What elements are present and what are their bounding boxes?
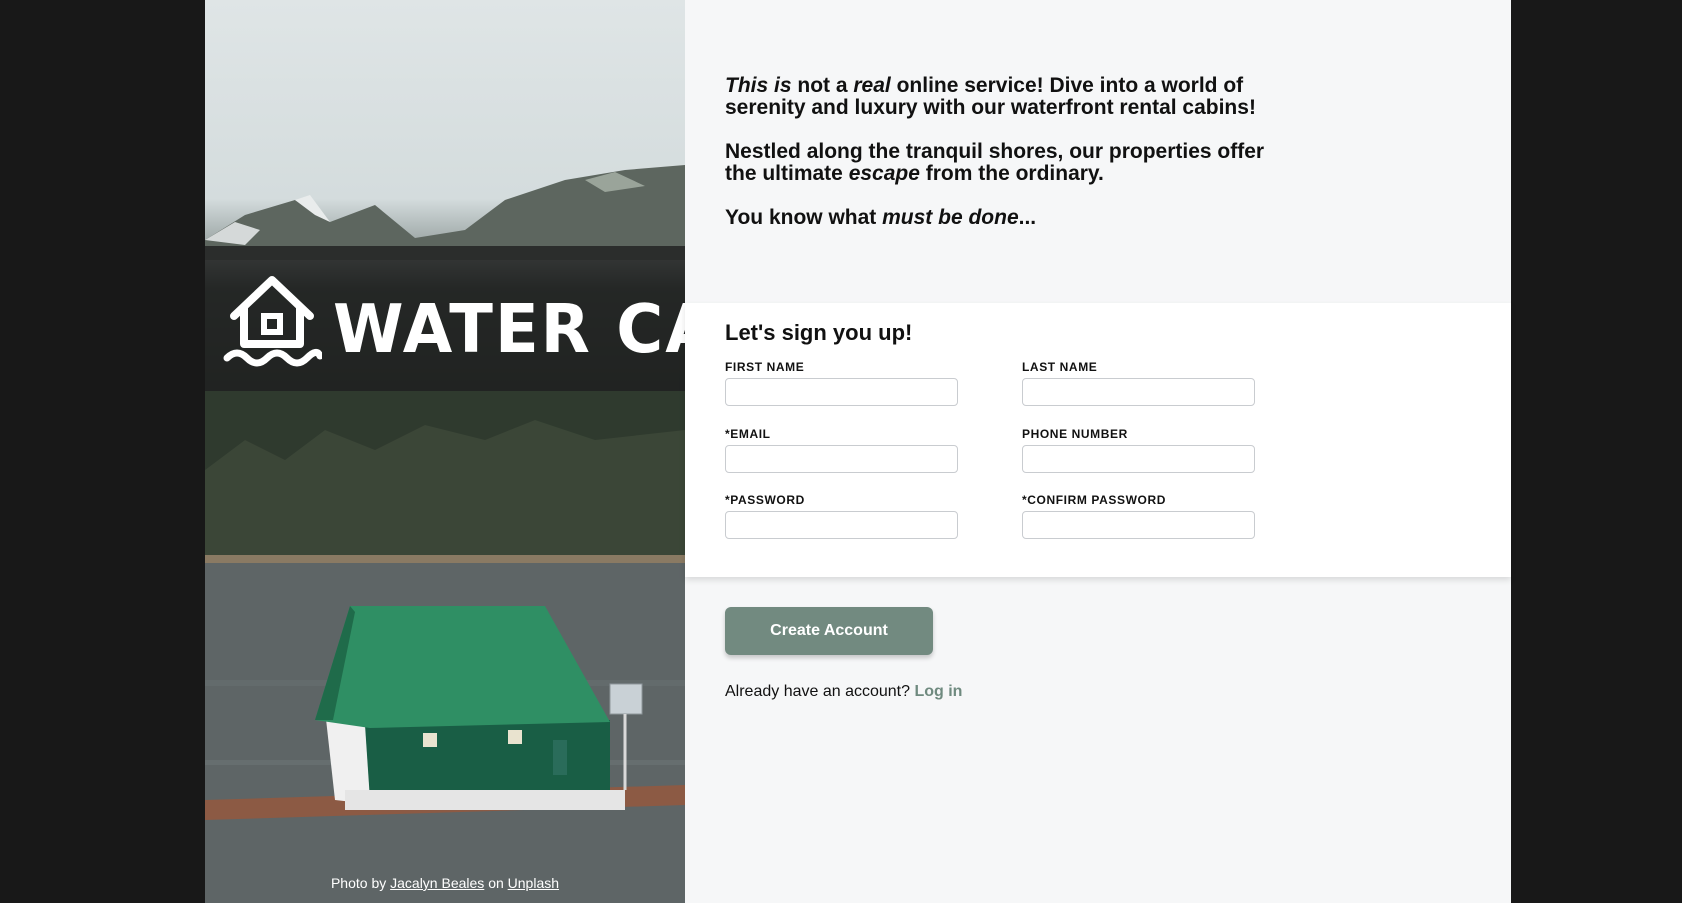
photo-author-link[interactable]: Jacalyn Beales bbox=[390, 875, 484, 891]
email-label: *EMAIL bbox=[725, 427, 771, 441]
intro-paragraph-2: Nestled along the tranquil shores, our p… bbox=[725, 140, 1265, 185]
email-input[interactable] bbox=[725, 445, 958, 473]
last-name-group: LAST NAME bbox=[1022, 360, 1255, 406]
confirm-password-input[interactable] bbox=[1022, 511, 1255, 539]
password-group: *PASSWORD bbox=[725, 493, 958, 539]
email-group: *EMAIL bbox=[725, 427, 958, 473]
create-account-button[interactable]: Create Account bbox=[725, 607, 933, 655]
photo-site-link[interactable]: Unplash bbox=[508, 875, 559, 891]
password-input[interactable] bbox=[725, 511, 958, 539]
last-name-label: LAST NAME bbox=[1022, 360, 1098, 374]
password-label: *PASSWORD bbox=[725, 493, 805, 507]
signup-form: Let's sign you up! FIRST NAME LAST NAME … bbox=[685, 303, 1511, 577]
confirm-password-group: *CONFIRM PASSWORD bbox=[1022, 493, 1255, 539]
login-prompt-text: Already have an account? bbox=[725, 683, 911, 700]
signup-panel: This is not a real online service! Dive … bbox=[685, 0, 1511, 903]
photo-credit-prefix: Photo by bbox=[330, 875, 387, 891]
brand-name: WATER CABIN bbox=[333, 291, 685, 369]
intro-paragraph-3: You know what must be done... bbox=[725, 206, 1037, 229]
intro-text: This is not a real online service! Dive … bbox=[725, 75, 1295, 251]
form-title: Let's sign you up! bbox=[725, 320, 913, 345]
login-prompt: Already have an account? Log in bbox=[725, 683, 962, 701]
phone-group: PHONE NUMBER bbox=[1022, 427, 1255, 473]
confirm-password-label: *CONFIRM PASSWORD bbox=[1022, 493, 1166, 507]
first-name-group: FIRST NAME bbox=[725, 360, 958, 406]
last-name-input[interactable] bbox=[1022, 378, 1255, 406]
phone-input[interactable] bbox=[1022, 445, 1255, 473]
page-frame: WATER CABIN Photo by Jacalyn Beales on U… bbox=[205, 0, 1511, 903]
photo-credit: Photo by Jacalyn Beales on Unplash bbox=[205, 875, 685, 891]
login-link[interactable]: Log in bbox=[914, 683, 962, 700]
first-name-input[interactable] bbox=[725, 378, 958, 406]
house-on-water-icon bbox=[223, 276, 322, 367]
hero-image: WATER CABIN Photo by Jacalyn Beales on U… bbox=[205, 0, 685, 903]
photo-credit-middle: on bbox=[488, 875, 504, 891]
first-name-label: FIRST NAME bbox=[725, 360, 805, 374]
phone-label: PHONE NUMBER bbox=[1022, 427, 1128, 441]
intro-paragraph-1: This is not a real online service! Dive … bbox=[725, 74, 1256, 119]
lake-scene-illustration bbox=[205, 165, 685, 903]
